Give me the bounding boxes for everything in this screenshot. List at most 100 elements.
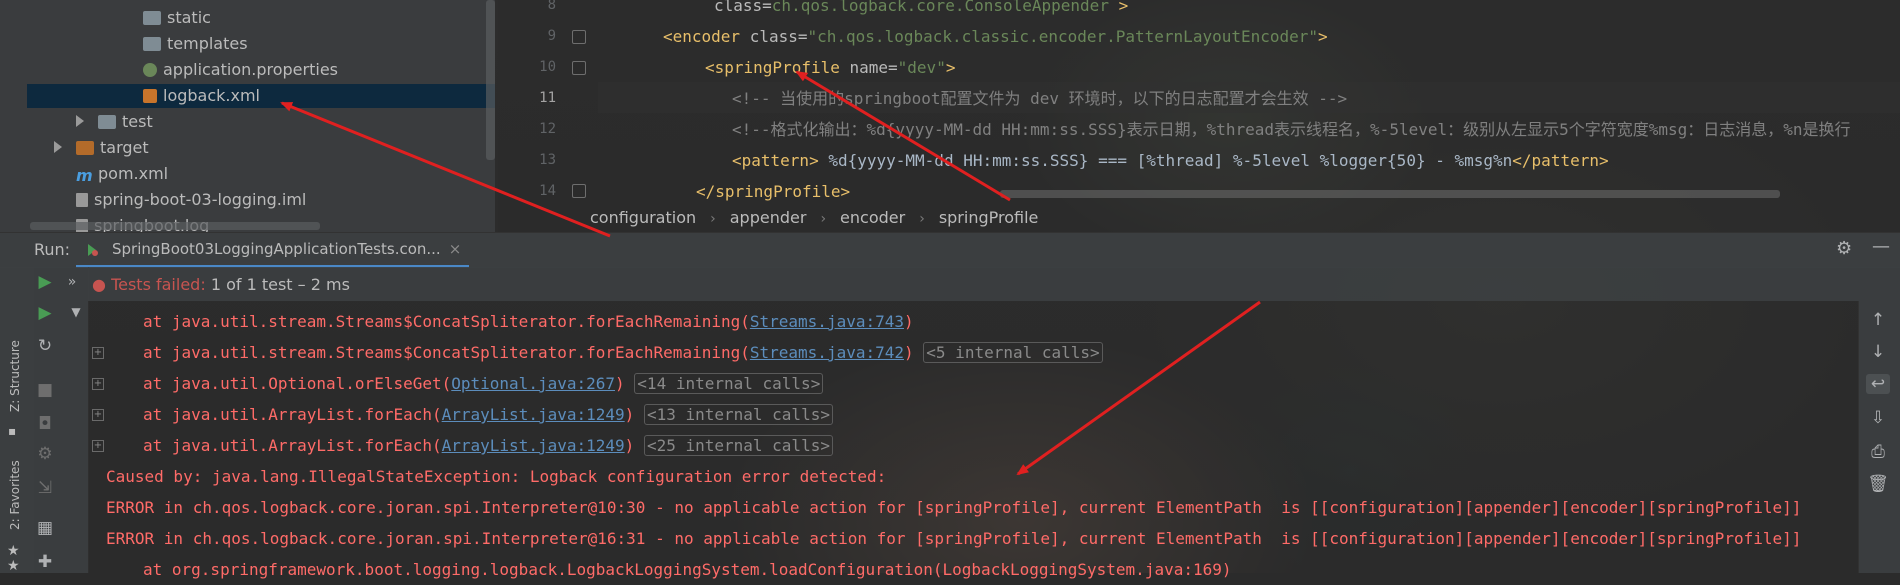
tree-item-pom-xml[interactable]: m pom.xml: [76, 162, 168, 186]
run-label: Run:: [34, 240, 71, 259]
star-icon: ★: [7, 543, 20, 559]
tree-item-label: templates: [167, 34, 248, 53]
internal-calls-fold[interactable]: <13 internal calls>: [643, 404, 833, 425]
line-number: 9: [547, 28, 556, 44]
code-line-12: <!--格式化输出：%d{yyyy-MM-dd HH:mm:ss.SSS}表示日…: [732, 120, 1851, 139]
breadcrumb-encoder[interactable]: encoder: [840, 208, 905, 227]
chevron-right-icon: ›: [710, 211, 716, 227]
line-number-current: 11: [539, 90, 556, 106]
error-line: ERROR in ch.qos.logback.core.joran.spi.I…: [106, 498, 1802, 517]
layout-icon[interactable]: ▦: [33, 518, 57, 538]
internal-calls-fold[interactable]: <5 internal calls>: [923, 342, 1103, 363]
trash-icon[interactable]: 🗑: [1866, 474, 1890, 494]
breadcrumb-appender[interactable]: appender: [730, 208, 807, 227]
camera-icon[interactable]: ◘: [33, 414, 57, 434]
expand-calls-icon[interactable]: +: [92, 409, 104, 421]
print-icon[interactable]: ⎙: [1866, 442, 1890, 462]
tree-item-label: test: [122, 112, 153, 131]
tree-item-iml[interactable]: spring-boot-03-logging.iml: [76, 188, 306, 212]
arrow-down-icon[interactable]: ↓: [1866, 342, 1890, 362]
soft-wrap-icon[interactable]: ↩: [1866, 374, 1890, 394]
source-link[interactable]: Streams.java:742: [750, 343, 904, 362]
toggle-auto-test-icon[interactable]: ↻: [33, 336, 57, 356]
close-icon[interactable]: ×: [449, 240, 462, 258]
expand-arrow-icon[interactable]: [76, 115, 84, 127]
folder-icon: [98, 115, 116, 129]
stack-text: at java.util.ArrayList.forEach(: [143, 436, 442, 455]
pin-icon[interactable]: ✚: [33, 552, 57, 572]
rerun-failed-icon[interactable]: ▶: [33, 303, 57, 323]
tree-item-target[interactable]: target: [54, 136, 149, 160]
xml-attr: name=: [839, 58, 898, 77]
expand-calls-icon[interactable]: +: [92, 347, 104, 359]
maven-icon: m: [76, 166, 93, 185]
tree-item-test[interactable]: test: [76, 110, 153, 134]
tree-item-label: target: [100, 138, 149, 157]
tree-item-label: spring-boot-03-logging.iml: [94, 190, 307, 209]
xml-tag: </pattern>: [1512, 151, 1609, 170]
xml-bracket: >: [1118, 0, 1129, 15]
xml-value: ch.qos.logback.core.ConsoleAppender: [771, 0, 1109, 15]
stack-text: at java.util.ArrayList.forEach(: [143, 405, 442, 424]
selected-row-highlight: [27, 84, 495, 108]
xml-tag: </springProfile>: [696, 182, 851, 201]
source-link[interactable]: Optional.java:267: [451, 374, 615, 393]
fold-marker-icon[interactable]: [572, 30, 586, 44]
error-line: ERROR in ch.qos.logback.core.joran.spi.I…: [106, 529, 1802, 548]
breadcrumb-configuration[interactable]: configuration: [590, 208, 696, 227]
internal-calls-fold[interactable]: <25 internal calls>: [643, 435, 833, 456]
stack-text: ): [904, 312, 914, 331]
tree-item-application-properties[interactable]: application.properties: [143, 58, 338, 82]
xml-attr: class=: [714, 0, 772, 15]
xml-value: "dev": [897, 58, 946, 77]
stack-text: ): [615, 374, 625, 393]
expand-calls-icon[interactable]: +: [92, 378, 104, 390]
tree-item-label: static: [167, 8, 211, 27]
status-detail: 1 of 1 test – 2 ms: [210, 275, 350, 294]
expand-arrow-icon[interactable]: [54, 141, 62, 153]
stack-line: at org.springframework.boot.logging.logb…: [143, 560, 1232, 579]
source-link[interactable]: ArrayList.java:1249: [442, 405, 625, 424]
rerun-icon[interactable]: ▶: [33, 272, 57, 292]
collapse-tree-icon[interactable]: ▼: [64, 305, 88, 319]
xml-attr: class=: [740, 27, 808, 46]
code-line-8: class=ch.qos.logback.core.ConsoleAppende…: [714, 0, 1128, 21]
fold-marker-icon[interactable]: [572, 61, 586, 75]
caused-by-line: Caused by: java.lang.IllegalStateExcepti…: [106, 467, 887, 486]
xml-tag: <encoder: [663, 27, 741, 46]
project-scrollbar[interactable]: [486, 0, 495, 160]
test-status: ● Tests failed: 1 of 1 test – 2 ms: [92, 275, 350, 294]
code-line-11: <!-- 当使用的springboot配置文件为 dev 环境时，以下的日志配置…: [732, 89, 1348, 108]
tree-item-templates[interactable]: templates: [143, 32, 248, 56]
expand-calls-icon[interactable]: +: [92, 440, 104, 452]
favorites-tool-tab[interactable]: 2: Favorites: [8, 460, 22, 530]
test-status-bar: [88, 267, 1900, 301]
expand-toolbar-icon[interactable]: »: [60, 274, 84, 290]
xml-file-icon: [143, 89, 157, 103]
properties-file-icon: [143, 63, 157, 77]
minimize-icon[interactable]: —: [1872, 236, 1890, 257]
import-icon[interactable]: ⇲: [33, 478, 57, 498]
folder-icon: [143, 37, 161, 51]
chevron-right-icon: ›: [919, 211, 925, 227]
tab-run-config[interactable]: SpringBoot03LoggingApplicationTests.con.…: [76, 234, 470, 268]
tree-item-static[interactable]: static: [143, 6, 211, 30]
line-number: 8: [547, 0, 556, 13]
arrow-up-icon[interactable]: ↑: [1866, 310, 1890, 330]
fold-marker-icon[interactable]: [572, 184, 586, 198]
structure-tool-tab[interactable]: Z: Structure: [8, 340, 22, 412]
xml-tag: <springProfile: [705, 58, 840, 77]
internal-calls-fold[interactable]: <14 internal calls>: [634, 373, 824, 394]
scroll-to-end-icon[interactable]: ⇩: [1866, 408, 1890, 428]
project-horizontal-scrollbar[interactable]: [30, 222, 320, 230]
settings-icon[interactable]: ⚙: [33, 444, 57, 464]
structure-icon: ▪: [8, 424, 17, 438]
source-link[interactable]: ArrayList.java:1249: [442, 436, 625, 455]
stack-line: at java.util.ArrayList.forEach(ArrayList…: [143, 430, 833, 461]
gear-icon[interactable]: ⚙: [1836, 238, 1852, 259]
stop-icon[interactable]: ■: [33, 380, 57, 400]
tree-item-logback-xml[interactable]: logback.xml: [143, 84, 260, 108]
source-link[interactable]: Streams.java:743: [750, 312, 904, 331]
breadcrumb-springprofile[interactable]: springProfile: [939, 208, 1039, 227]
editor-horizontal-scrollbar[interactable]: [1000, 190, 1780, 198]
